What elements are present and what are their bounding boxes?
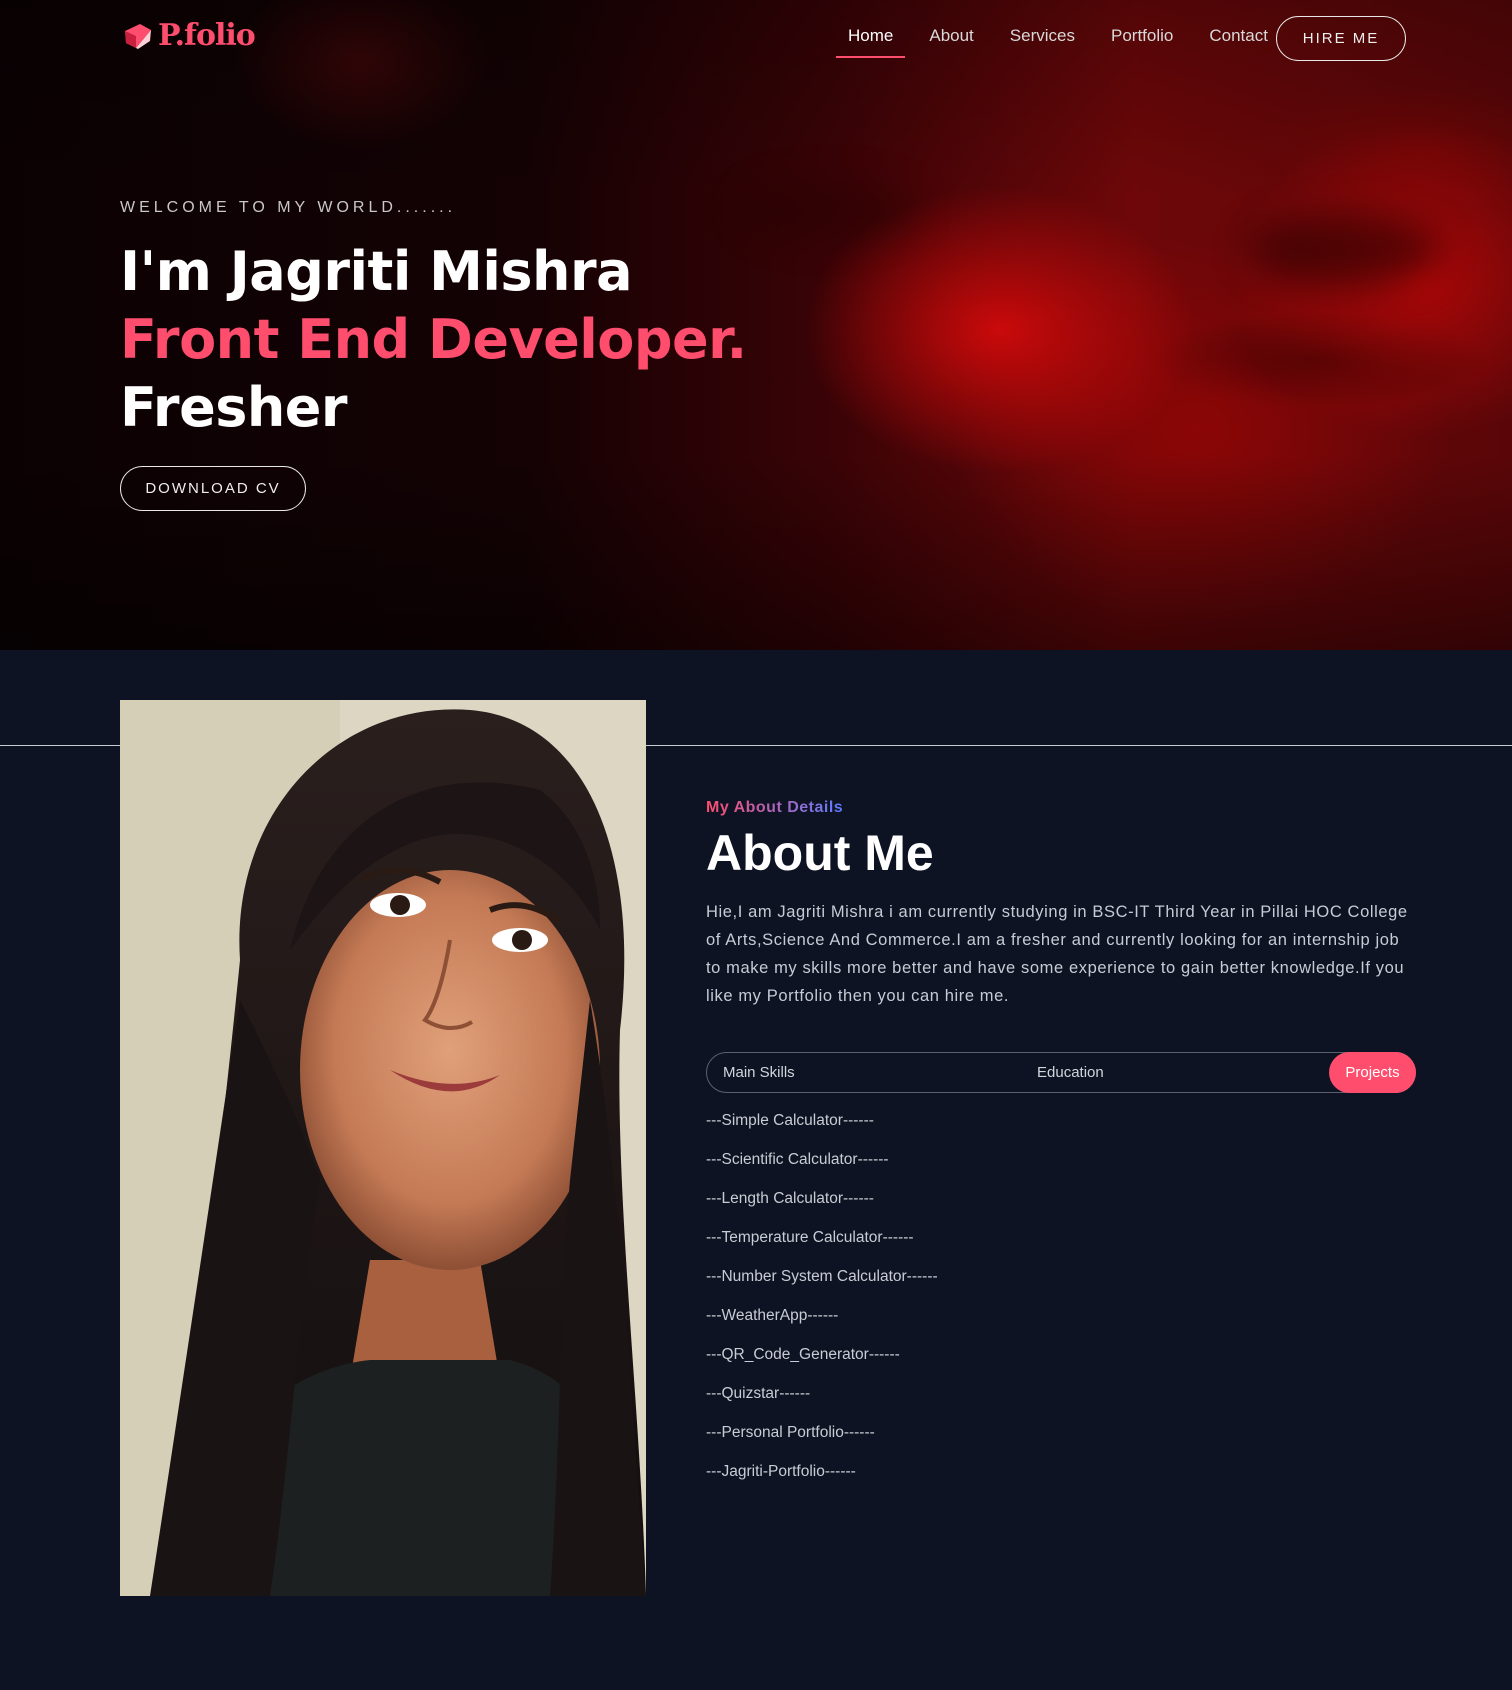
profile-photo [120,700,646,1596]
hero-level: Fresher [120,376,348,439]
logo-book-icon [125,23,151,49]
list-item: ---Quizstar------ [706,1385,811,1402]
about-tabs: Main Skills Education Projects [706,1052,1416,1093]
nav-about[interactable]: About [911,26,991,56]
about-subtitle: My About Details [706,799,844,816]
welcome-text: WELCOME TO MY WORLD....... [120,199,457,216]
portrait-illustration [120,700,646,1596]
list-item: ---QR_Code_Generator------ [706,1346,900,1363]
download-cv-button[interactable]: DOWNLOAD CV [120,466,306,511]
tab-education[interactable]: Education [1037,1053,1104,1091]
hero-section: P.folio Home About Services Portfolio Co… [0,0,1512,650]
projects-list: ---Simple Calculator------ ---Scientific… [706,1111,938,1501]
nav-portfolio[interactable]: Portfolio [1093,26,1191,56]
hire-me-button[interactable]: HIRE ME [1276,16,1406,61]
tab-projects[interactable]: Projects [1329,1052,1416,1093]
about-title: About Me [706,825,934,881]
nav-home[interactable]: Home [830,26,911,58]
site-logo[interactable]: P.folio [122,18,256,53]
list-item: ---Personal Portfolio------ [706,1424,875,1441]
main-nav: Home About Services Portfolio Contact [830,26,1286,58]
list-item: ---Jagriti-Portfolio------ [706,1463,856,1480]
hero-name: I'm Jagriti Mishra [120,240,633,303]
logo-text: P.folio [158,18,256,53]
list-item: ---Length Calculator------ [706,1190,874,1207]
list-item: ---WeatherApp------ [706,1307,839,1324]
tab-main-skills[interactable]: Main Skills [723,1053,795,1091]
list-item: ---Number System Calculator------ [706,1268,938,1285]
nav-contact[interactable]: Contact [1191,26,1286,56]
about-description: Hie,I am Jagriti Mishra i am currently s… [706,903,1408,1005]
list-item: ---Scientific Calculator------ [706,1151,889,1168]
list-item: ---Temperature Calculator------ [706,1229,914,1246]
nav-services[interactable]: Services [992,26,1093,56]
hero-role: Front End Developer. [120,308,747,371]
list-item: ---Simple Calculator------ [706,1112,874,1129]
